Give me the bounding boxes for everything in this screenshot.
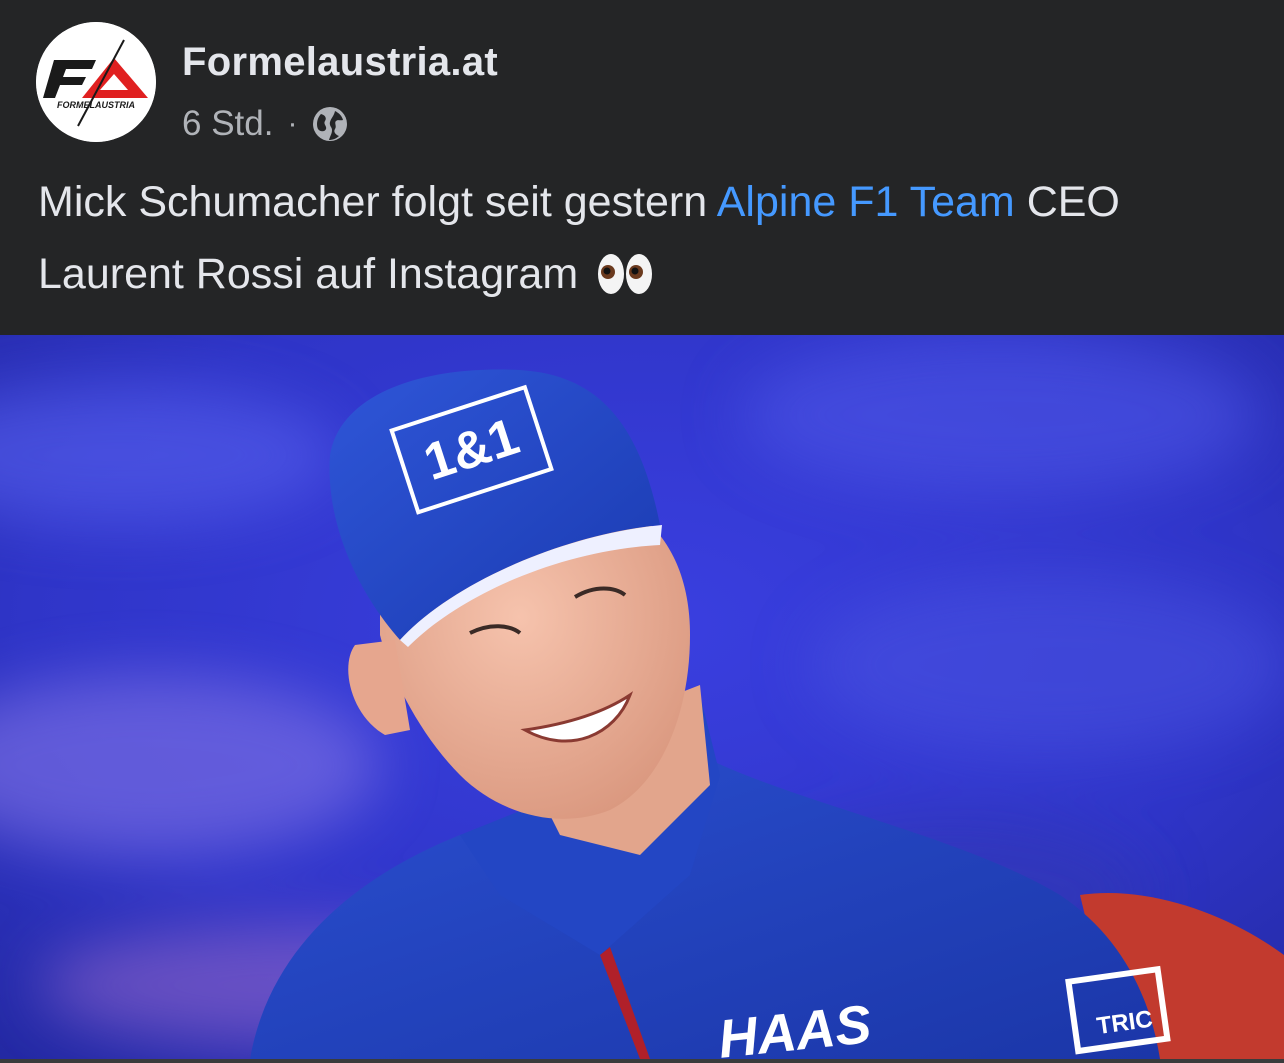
post-text-part1: Mick Schumacher folgt seit gestern <box>38 178 708 226</box>
page-avatar[interactable]: FORMELAUSTRIA <box>36 22 156 142</box>
post-text: Mick Schumacher folgt seit gestern Alpin… <box>38 166 1258 318</box>
post-photo[interactable]: 1&1 HAAS TRIC <box>0 335 1284 1059</box>
globe-icon[interactable] <box>311 105 349 143</box>
formelaustria-logo-icon: FORMELAUSTRIA <box>36 22 156 142</box>
avatar-logo-text: FORMELAUSTRIA <box>57 100 135 110</box>
page-name[interactable]: Formelaustria.at <box>182 40 498 85</box>
alpine-f1-team-link[interactable]: Alpine F1 Team <box>717 178 1015 226</box>
meta-separator: · <box>287 107 298 140</box>
post-timestamp[interactable]: 6 Std. <box>182 104 273 144</box>
eyes-emoji-icon <box>596 246 654 318</box>
post-divider <box>0 1059 1284 1063</box>
post-header: FORMELAUSTRIA Formelaustria.at 6 Std. · … <box>0 0 1284 335</box>
post-meta: 6 Std. · <box>182 103 349 145</box>
